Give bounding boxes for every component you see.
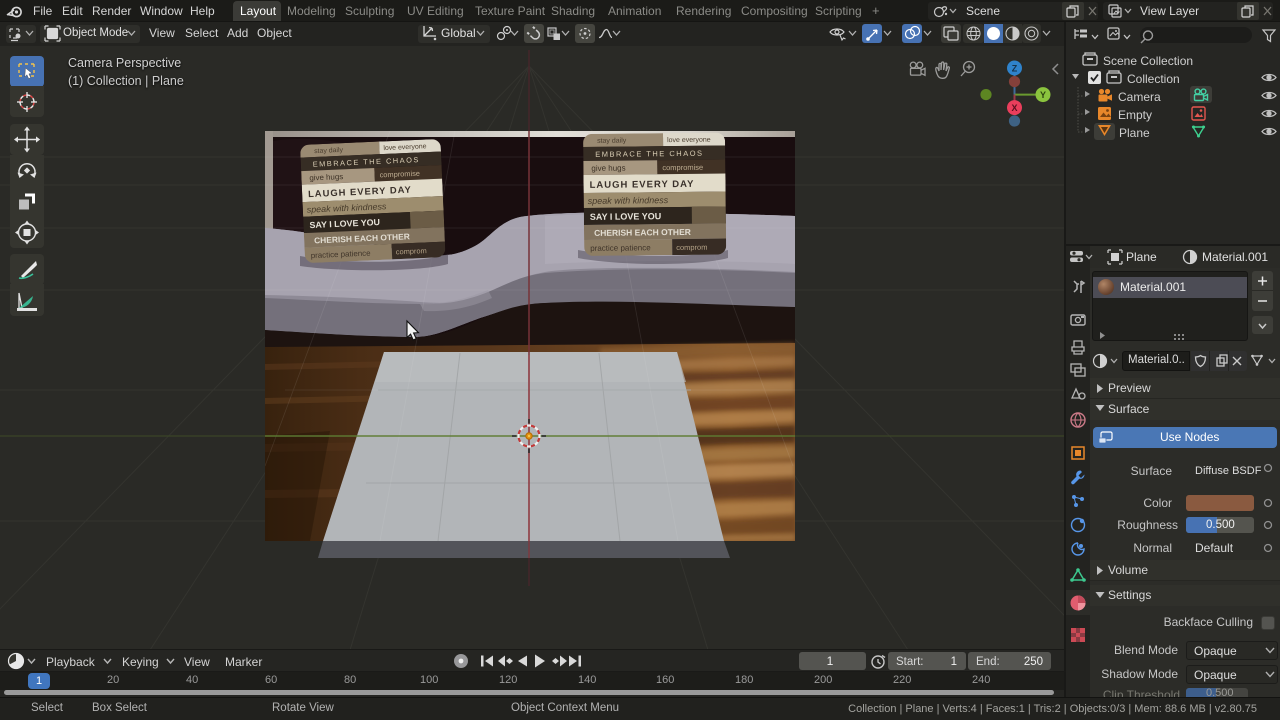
svg-text:Start:: Start: [896,656,923,668]
svg-text:X: X [1011,103,1017,113]
svg-text:1: 1 [827,654,834,668]
svg-text:Z: Z [1012,64,1018,74]
svg-text:End:: End: [976,656,1000,668]
svg-text:1: 1 [951,656,957,668]
svg-text:Y: Y [1040,90,1046,100]
svg-text:250: 250 [1024,656,1043,668]
